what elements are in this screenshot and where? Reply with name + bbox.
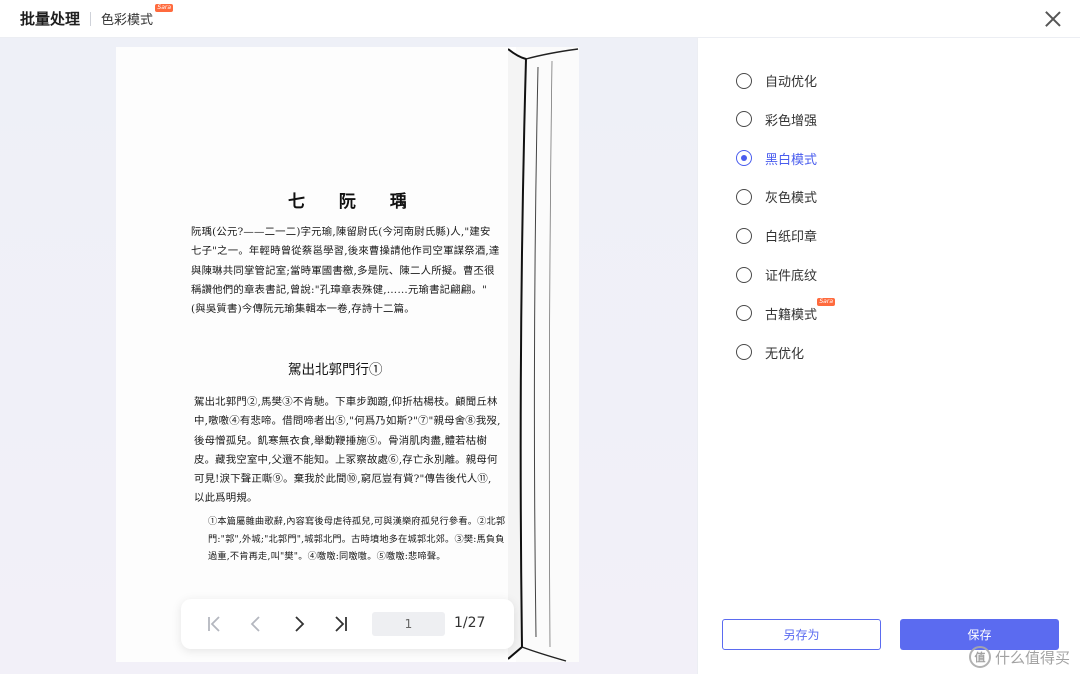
option-7[interactable]: 无优化 <box>736 343 804 362</box>
preview-area: 七 阮 瑀 阮瑀(公元?——二一二)字元瑜,陳留尉氏(今河南尉氏縣)人,"建安七… <box>0 38 697 674</box>
poem-body-text: 駕出北郭門②,馬樊③不肯馳。下車步踟躕,仰折枯楊枝。顧聞丘林中,噭噭④有悲啼。借… <box>194 396 501 505</box>
book-spine-graphic <box>508 48 579 662</box>
option-label: 彩色增强 <box>765 113 818 129</box>
radio-icon[interactable] <box>736 188 752 205</box>
radio-icon[interactable] <box>736 150 752 167</box>
radio-icon[interactable] <box>736 72 752 89</box>
option-6[interactable]: 古籍模式 Sara <box>736 297 836 323</box>
option-5[interactable]: 证件底纹 <box>736 265 817 284</box>
title-divider <box>90 11 92 26</box>
header-bar: 批量处理 色彩模式 Sara <box>0 0 1080 38</box>
page-left <box>116 47 508 662</box>
option-4[interactable]: 白纸印章 <box>736 226 817 245</box>
watermark-logo-icon: 值 <box>968 646 991 668</box>
close-icon[interactable] <box>1042 8 1064 30</box>
first-page-icon[interactable] <box>203 613 225 635</box>
mode-label-text: 色彩模式 <box>101 13 154 28</box>
option-label: 无优化 <box>765 346 805 362</box>
save-as-button[interactable]: 另存为 <box>722 619 881 650</box>
radio-icon[interactable] <box>736 227 752 244</box>
radio-icon[interactable] <box>736 266 752 283</box>
option-new-badge: Sara <box>817 297 836 306</box>
prev-page-icon[interactable] <box>245 613 267 635</box>
radio-icon[interactable] <box>736 111 752 128</box>
option-0[interactable]: 自动优化 <box>736 71 817 90</box>
poem-notes-text: ①本篇屬雜曲歌辭,內容寫後母虐待孤兒,可與漢樂府孤兒行參看。②北郭門:"郭",外… <box>208 516 506 562</box>
page-navigation: 1/27 <box>181 599 514 649</box>
chapter-intro-text: 阮瑀(公元?——二一二)字元瑜,陳留尉氏(今河南尉氏縣)人,"建安七子"之一。年… <box>191 226 500 316</box>
watermark: 值 什么值得买 <box>968 646 1070 668</box>
watermark-text: 什么值得买 <box>994 648 1070 667</box>
last-page-icon[interactable] <box>330 613 352 635</box>
poem-title: 駕出北郭門行① <box>288 362 383 378</box>
chapter-title: 七 阮 瑀 <box>288 192 421 212</box>
new-badge: Sara <box>155 4 174 12</box>
option-1[interactable]: 彩色增强 <box>736 110 817 129</box>
option-label: 自动优化 <box>765 75 818 90</box>
option-label: 证件底纹 <box>765 269 818 284</box>
option-label: 白纸印章 <box>765 230 818 246</box>
mode-label: 色彩模式 Sara <box>101 4 174 28</box>
page-number-input[interactable] <box>372 612 445 636</box>
dialog-title: 批量处理 <box>20 10 81 28</box>
option-2[interactable]: 黑白模式 <box>736 149 817 168</box>
radio-icon[interactable] <box>736 305 752 322</box>
page-count: 1/27 <box>454 615 486 631</box>
option-label: 灰色模式 <box>765 191 818 207</box>
next-page-icon[interactable] <box>288 613 310 635</box>
radio-icon[interactable] <box>736 344 752 361</box>
scanned-page-image: 七 阮 瑀 阮瑀(公元?——二一二)字元瑜,陳留尉氏(今河南尉氏縣)人,"建安七… <box>116 47 579 662</box>
options-panel: 自动优化 彩色增强 黑白模式 灰色模式 白纸印章 证件底纹 古籍模式 Sara 无优化 另存为 … <box>697 38 1080 674</box>
option-label: 黑白模式 <box>765 152 818 168</box>
option-3[interactable]: 灰色模式 <box>736 187 817 206</box>
option-label: 古籍模式 Sara <box>765 297 836 323</box>
